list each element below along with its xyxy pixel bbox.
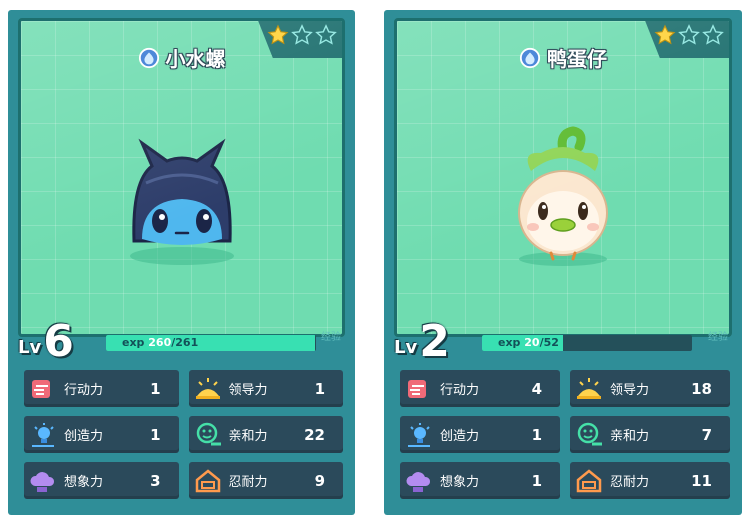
stats-grid: 行动力 1 领导力 1 创造力 1 亲和力 22 想象力 3 忍耐力 9 (24, 370, 343, 499)
stat-leadership: 领导力 1 (188, 370, 343, 407)
stat-imagination: 想象力 3 (24, 462, 179, 499)
stat-value: 4 (531, 379, 542, 398)
level-number: 2 (419, 316, 450, 367)
stat-value: 3 (150, 471, 161, 490)
smile-icon (196, 422, 221, 445)
exp-bar: exp 20/52 (482, 335, 692, 351)
exp-side-label: 经验 (708, 332, 728, 343)
stat-label: 忍耐力 (610, 475, 650, 490)
exp-label: exp (498, 336, 521, 349)
running-icon (32, 379, 50, 398)
stat-value: 1 (150, 379, 161, 398)
stat-label: 亲和力 (228, 429, 268, 444)
stat-value: 7 (701, 425, 712, 444)
stat-action: 行动力 1 (24, 370, 179, 407)
creature-water-snail (21, 121, 342, 271)
pet-name: 鸭蛋仔 (519, 43, 607, 72)
cloud-icon (30, 471, 55, 492)
level-bar: Lv 2 exp 20/52 经验 (394, 320, 732, 364)
level-display: Lv 6 (18, 316, 74, 367)
level-label: Lv (18, 337, 42, 358)
water-element-icon (519, 47, 541, 68)
cloud-icon (406, 471, 431, 492)
pet-name-text: 小水螺 (165, 47, 226, 71)
stat-imagination: 想象力 1 (400, 462, 560, 499)
stat-value: 1 (150, 425, 161, 444)
creature-duck-egg (397, 121, 729, 271)
stat-affinity: 亲和力 7 (570, 416, 730, 453)
running-icon (408, 379, 426, 398)
level-number: 6 (43, 316, 74, 367)
exp-side-label: 经验 (321, 332, 341, 343)
pet-name: 小水螺 (138, 43, 226, 72)
level-label: Lv (394, 337, 418, 358)
house-icon (195, 468, 220, 492)
stat-action: 行动力 4 (400, 370, 560, 407)
stat-label: 想象力 (440, 475, 480, 490)
pet-portrait: 小水螺 (18, 18, 345, 337)
lightbulb-icon (32, 422, 54, 447)
stat-label: 行动力 (440, 383, 480, 398)
stats-grid: 行动力 4 领导力 18 创造力 1 亲和力 7 想象力 1 忍耐力 11 (400, 370, 730, 499)
exp-label: exp (122, 336, 145, 349)
stat-creativity: 创造力 1 (400, 416, 560, 453)
pet-portrait: 鸭蛋仔 (394, 18, 732, 337)
stat-label: 想象力 (64, 475, 104, 490)
exp-current: 260 (148, 336, 172, 349)
exp-bar: exp 260/261 (106, 335, 316, 351)
stat-value: 1 (531, 471, 542, 490)
lightbulb-icon (408, 422, 430, 447)
level-display: Lv 2 (394, 316, 450, 367)
stat-endurance: 忍耐力 9 (188, 462, 343, 499)
exp-text: exp 20/52 (498, 335, 559, 351)
stat-value: 11 (691, 471, 712, 490)
stat-value: 9 (314, 471, 325, 490)
stat-label: 忍耐力 (228, 475, 268, 490)
stat-value: 1 (531, 425, 542, 444)
pet-card-2[interactable]: 鸭蛋仔 Lv 2 exp 20/52 经验 行动力 4 领导力 18 创造力 1… (384, 10, 742, 515)
stat-label: 行动力 (64, 383, 104, 398)
smile-icon (577, 422, 602, 445)
water-element-icon (138, 47, 159, 68)
stat-affinity: 亲和力 22 (188, 416, 343, 453)
house-icon (576, 468, 602, 492)
stat-endurance: 忍耐力 11 (570, 462, 730, 499)
stat-label: 创造力 (64, 429, 104, 444)
stat-label: 领导力 (610, 383, 650, 398)
stat-value: 1 (314, 379, 325, 398)
sunrise-icon (195, 377, 220, 399)
stat-leadership: 领导力 18 (570, 370, 730, 407)
stat-value: 18 (691, 379, 712, 398)
stat-creativity: 创造力 1 (24, 416, 179, 453)
stat-value: 22 (304, 425, 325, 444)
stat-label: 亲和力 (610, 429, 650, 444)
sunrise-icon (577, 377, 601, 399)
pet-name-text: 鸭蛋仔 (547, 47, 607, 71)
exp-current: 20 (524, 336, 540, 349)
level-bar: Lv 6 exp 260/261 经验 (18, 320, 345, 364)
exp-text: exp 260/261 (122, 335, 198, 351)
pet-card-1[interactable]: 小水螺 Lv 6 exp 260/261 经验 行动力 1 领导力 1 创造力 … (8, 10, 355, 515)
exp-max: /261 (171, 336, 199, 349)
exp-max: /52 (539, 336, 559, 349)
stat-label: 领导力 (228, 383, 268, 398)
stat-label: 创造力 (440, 429, 480, 444)
